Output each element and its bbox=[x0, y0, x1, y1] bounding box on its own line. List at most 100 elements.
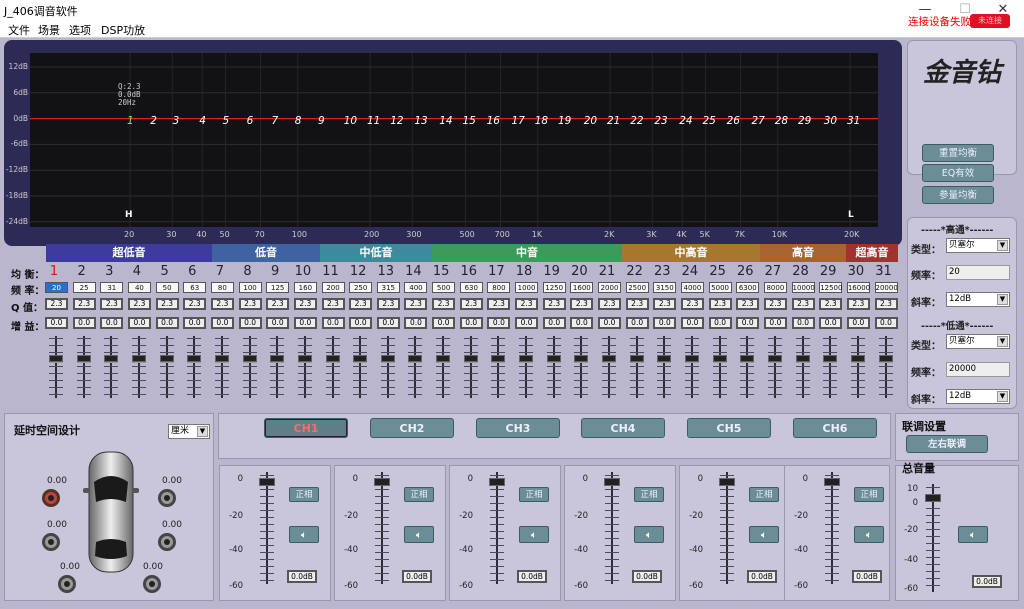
mute-button[interactable]: 🔈︎ bbox=[289, 526, 319, 543]
eq-point-marker[interactable]: 14 bbox=[439, 115, 452, 127]
eq-gain-input[interactable]: 0.0 bbox=[404, 317, 428, 329]
eq-gain-slider[interactable] bbox=[405, 336, 425, 398]
hp-freq-input[interactable]: 20 bbox=[946, 265, 1010, 280]
eq-gain-slider[interactable] bbox=[516, 336, 536, 398]
eq-gain-slider[interactable] bbox=[820, 336, 840, 398]
eq-freq-input[interactable]: 8000 bbox=[763, 282, 787, 293]
eq-gain-slider[interactable] bbox=[157, 336, 177, 398]
eq-point-marker[interactable]: 20 bbox=[584, 115, 597, 127]
eq-freq-input[interactable]: 4000 bbox=[680, 282, 704, 293]
eq-point-marker[interactable]: 7 bbox=[271, 115, 278, 127]
slider-knob[interactable] bbox=[795, 355, 810, 362]
eq-gain-slider[interactable] bbox=[544, 336, 564, 398]
eq-point-marker[interactable]: 31 bbox=[847, 115, 860, 127]
eq-q-input[interactable]: 2.3 bbox=[763, 298, 787, 310]
eq-q-input[interactable]: 2.3 bbox=[736, 298, 760, 310]
phase-button[interactable]: 正相 bbox=[634, 487, 664, 502]
eq-q-input[interactable]: 2.3 bbox=[349, 298, 373, 310]
eq-point-marker[interactable]: 25 bbox=[703, 115, 716, 127]
slider-knob[interactable] bbox=[76, 355, 91, 362]
eq-gain-input[interactable]: 0.0 bbox=[680, 317, 704, 329]
eq-point-marker[interactable]: 11 bbox=[367, 115, 380, 127]
eq-gain-input[interactable]: 0.0 bbox=[432, 317, 456, 329]
eq-gain-input[interactable]: 0.0 bbox=[210, 317, 234, 329]
slider-knob[interactable] bbox=[214, 355, 229, 362]
lp-freq-input[interactable]: 20000 bbox=[946, 362, 1010, 377]
eq-gain-input[interactable]: 0.0 bbox=[515, 317, 539, 329]
eq-point-marker[interactable]: 21 bbox=[607, 115, 620, 127]
eq-q-input[interactable]: 2.3 bbox=[45, 298, 68, 310]
mute-button[interactable]: 🔈︎ bbox=[404, 526, 434, 543]
eq-q-input[interactable]: 2.3 bbox=[874, 298, 898, 310]
slider-knob[interactable] bbox=[925, 494, 941, 502]
eq-gain-slider[interactable] bbox=[240, 336, 260, 398]
lr-link-button[interactable]: 左右联调 bbox=[906, 435, 988, 453]
eq-point-marker[interactable]: 17 bbox=[511, 115, 524, 127]
eq-gain-input[interactable]: 0.0 bbox=[763, 317, 787, 329]
eq-q-input[interactable]: 2.3 bbox=[72, 298, 96, 310]
eq-q-input[interactable]: 2.3 bbox=[459, 298, 483, 310]
slider-knob[interactable] bbox=[187, 355, 202, 362]
eq-freq-input[interactable]: 250 bbox=[349, 282, 373, 293]
eq-gain-input[interactable]: 0.0 bbox=[238, 317, 262, 329]
menu-dsp-amp[interactable]: DSP功放 bbox=[101, 22, 145, 38]
master-mute-button[interactable]: 🔈︎ bbox=[958, 526, 988, 543]
eq-enable-button[interactable]: EQ有效 bbox=[922, 164, 994, 182]
lp-slope-select[interactable]: 12dB ▼ bbox=[946, 389, 1010, 404]
connect-button[interactable]: 未连接 bbox=[970, 14, 1010, 28]
eq-gain-slider[interactable] bbox=[876, 336, 896, 398]
eq-gain-slider[interactable] bbox=[323, 336, 343, 398]
channel-volume-slider[interactable] bbox=[604, 472, 620, 584]
eq-q-input[interactable]: 2.3 bbox=[515, 298, 539, 310]
slider-knob[interactable] bbox=[325, 355, 340, 362]
eq-point-marker[interactable]: 26 bbox=[727, 115, 740, 127]
eq-gain-input[interactable]: 0.0 bbox=[874, 317, 898, 329]
eq-gain-slider[interactable] bbox=[433, 336, 453, 398]
eq-freq-input[interactable]: 16000 bbox=[846, 282, 870, 293]
eq-q-input[interactable]: 2.3 bbox=[598, 298, 621, 310]
eq-freq-input[interactable]: 315 bbox=[376, 282, 400, 293]
eq-freq-input[interactable]: 630 bbox=[459, 282, 483, 293]
eq-q-input[interactable]: 2.3 bbox=[376, 298, 400, 310]
speaker-sl-icon[interactable] bbox=[58, 575, 76, 593]
eq-point-marker[interactable]: 8 bbox=[295, 115, 302, 127]
eq-freq-input[interactable]: 500 bbox=[432, 282, 456, 293]
eq-point-marker[interactable]: 3 bbox=[173, 115, 180, 127]
eq-gain-input[interactable]: 0.0 bbox=[321, 317, 345, 329]
eq-point-marker[interactable]: 13 bbox=[414, 115, 427, 127]
eq-gain-slider[interactable] bbox=[212, 336, 232, 398]
eq-freq-input[interactable]: 160 bbox=[293, 282, 317, 293]
eq-q-input[interactable]: 2.3 bbox=[266, 298, 290, 310]
channel-volume-slider[interactable] bbox=[374, 472, 390, 584]
phase-button[interactable]: 正相 bbox=[404, 487, 434, 502]
slider-knob[interactable] bbox=[270, 355, 285, 362]
slider-knob[interactable] bbox=[878, 355, 893, 362]
eq-freq-input[interactable]: 5000 bbox=[708, 282, 732, 293]
tab-ch2[interactable]: CH2 bbox=[370, 418, 454, 438]
eq-gain-input[interactable]: 0.0 bbox=[349, 317, 373, 329]
eq-q-input[interactable]: 2.3 bbox=[100, 298, 124, 310]
mute-button[interactable]: 🔈︎ bbox=[634, 526, 664, 543]
slider-knob[interactable] bbox=[104, 355, 119, 362]
eq-gain-slider[interactable] bbox=[488, 336, 508, 398]
menu-options[interactable]: 选项 bbox=[69, 22, 91, 38]
slider-knob[interactable] bbox=[519, 355, 534, 362]
slider-knob[interactable] bbox=[436, 355, 451, 362]
eq-point-marker[interactable]: 2 bbox=[150, 115, 157, 127]
eq-gain-input[interactable]: 0.0 bbox=[653, 317, 677, 329]
eq-q-input[interactable]: 2.3 bbox=[625, 298, 649, 310]
eq-gain-input[interactable]: 0.0 bbox=[598, 317, 621, 329]
eq-freq-input[interactable]: 3150 bbox=[653, 282, 677, 293]
eq-gain-slider[interactable] bbox=[765, 336, 785, 398]
slider-knob[interactable] bbox=[259, 478, 275, 486]
delay-unit-select[interactable]: 厘米 ▼ bbox=[168, 424, 210, 439]
slider-knob[interactable] bbox=[49, 355, 63, 362]
eq-freq-input[interactable]: 6300 bbox=[736, 282, 760, 293]
eq-gain-slider[interactable] bbox=[350, 336, 370, 398]
eq-gain-input[interactable]: 0.0 bbox=[183, 317, 207, 329]
eq-freq-input[interactable]: 20000 bbox=[874, 282, 898, 293]
eq-freq-input[interactable]: 800 bbox=[487, 282, 511, 293]
eq-q-input[interactable]: 2.3 bbox=[542, 298, 566, 310]
eq-point-marker[interactable]: 10 bbox=[344, 115, 357, 127]
phase-button[interactable]: 正相 bbox=[854, 487, 884, 502]
